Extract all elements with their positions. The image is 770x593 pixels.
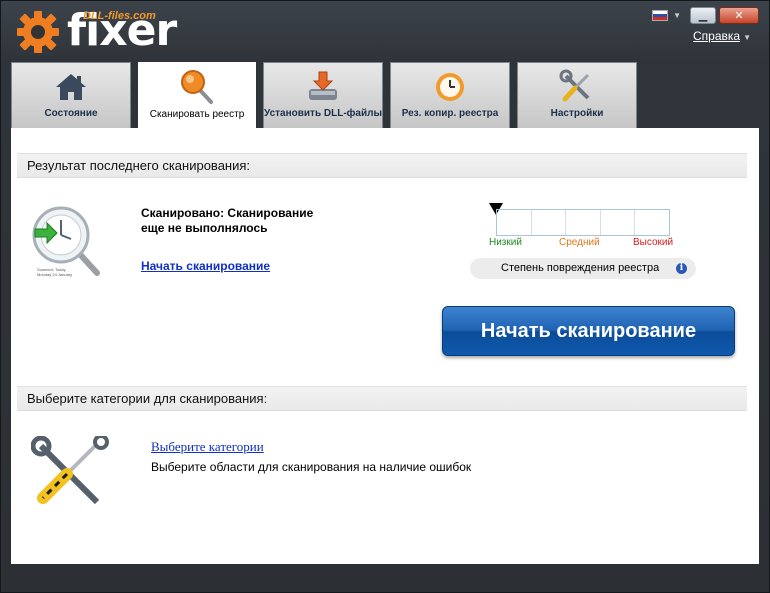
chevron-down-icon: ▼ xyxy=(743,33,751,42)
close-icon: ✕ xyxy=(734,10,744,22)
magnifier-icon xyxy=(181,70,213,104)
categories-description: Выберите области для сканирования на нал… xyxy=(151,460,472,474)
window-controls: ▼ ▁ ✕ xyxy=(652,7,759,24)
tab-scan-registry-label: Сканировать реестр xyxy=(149,109,245,120)
main-panel: Результат последнего сканирования: Scann… xyxy=(11,128,759,564)
tab-status-label: Состояние xyxy=(44,108,98,119)
tab-settings[interactable]: Настройки xyxy=(517,62,637,128)
close-button[interactable]: ✕ xyxy=(719,7,759,24)
tab-bar: Состояние Сканировать реестр Установить … xyxy=(11,62,637,129)
gear-logo-icon xyxy=(17,11,59,53)
level-high-label: Высокий xyxy=(633,237,674,248)
scan-icon-caption-2: Monday 24 January xyxy=(37,272,72,277)
meter-segment xyxy=(601,210,636,235)
help-menu[interactable]: Справка ▼ xyxy=(693,29,751,43)
meter-segment xyxy=(635,210,669,235)
level-low-label: Низкий xyxy=(489,237,522,248)
tab-registry-backup[interactable]: Рез. копир. реестра xyxy=(390,62,510,128)
tab-status[interactable]: Состояние xyxy=(11,62,131,128)
scan-status-line-1: Сканировано: Сканирование xyxy=(141,206,314,220)
tab-install-dll[interactable]: Установить DLL-файлы xyxy=(263,62,383,128)
home-icon xyxy=(56,74,86,100)
app-logo: fixer DLL-files.com xyxy=(15,5,177,56)
tab-install-dll-label: Установить DLL-файлы xyxy=(264,108,382,119)
tools-large-icon xyxy=(31,436,109,505)
select-categories-link[interactable]: Выберите категории xyxy=(151,439,264,455)
meter-segment xyxy=(566,210,601,235)
tab-registry-backup-label: Рез. копир. реестра xyxy=(401,108,499,119)
flag-ru-icon[interactable] xyxy=(652,10,669,21)
minimize-icon: ▁ xyxy=(698,10,708,22)
language-dropdown-icon[interactable]: ▼ xyxy=(673,11,681,20)
damage-meter xyxy=(496,209,670,236)
info-icon[interactable]: i xyxy=(676,263,687,274)
download-drive-icon xyxy=(309,71,337,100)
scan-status-text: Сканировано: Сканирование еще не выполня… xyxy=(141,206,341,236)
categories-section-header: Выберите категории для сканирования: xyxy=(17,386,747,411)
last-scan-section-header: Результат последнего сканирования: xyxy=(17,153,747,178)
app-window: fixer DLL-files.com ▼ ▁ ✕ Справка ▼ Состо… xyxy=(0,0,770,593)
start-scan-button[interactable]: Начать сканирование xyxy=(442,306,735,356)
meter-segment xyxy=(497,210,532,235)
level-mid-label: Средний xyxy=(559,237,600,248)
start-scan-link[interactable]: Начать сканирование xyxy=(141,259,270,273)
clock-backup-icon xyxy=(436,73,464,101)
brand-label: DLL-files.com xyxy=(83,10,156,22)
damage-label: Степень повреждения реестра xyxy=(501,262,660,274)
tab-settings-label: Настройки xyxy=(550,108,604,119)
help-label: Справка xyxy=(693,29,741,43)
scan-status-line-2: еще не выполнялось xyxy=(141,221,268,235)
tools-icon xyxy=(559,69,590,102)
minimize-button[interactable]: ▁ xyxy=(690,7,716,24)
meter-segment xyxy=(532,210,567,235)
damage-label-pill: Степень повреждения реестра i xyxy=(470,258,696,279)
tab-scan-registry[interactable]: Сканировать реестр xyxy=(138,62,256,129)
scan-clock-magnifier-icon: Scanned: Today Monday 24 January xyxy=(32,206,100,277)
